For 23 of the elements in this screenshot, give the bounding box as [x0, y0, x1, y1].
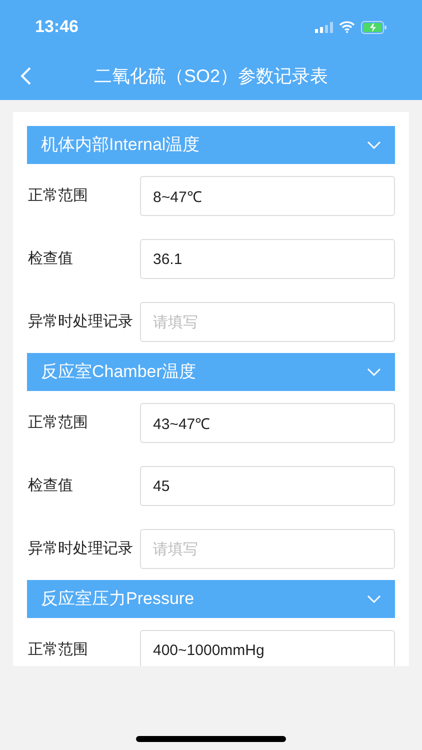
input-field[interactable]: 8~47℃: [140, 176, 395, 216]
input-field[interactable]: 400~1000mmHg: [140, 630, 395, 666]
field-label: 正常范围: [27, 186, 89, 206]
input-field[interactable]: 请填写: [140, 302, 395, 342]
chevron-icon: [367, 595, 381, 603]
input-field[interactable]: 43~47℃: [140, 403, 395, 443]
field-label: 检查值: [27, 476, 74, 496]
status-time: 13:46: [35, 16, 78, 38]
page-title: 二氧化硫（SO2）参数记录表: [94, 64, 328, 88]
field-label: 异常时处理记录: [27, 312, 134, 332]
input-field[interactable]: 36.1: [140, 239, 395, 279]
battery-icon: [361, 20, 387, 34]
chevron-icon: [367, 141, 381, 149]
field-label: 正常范围: [27, 640, 89, 660]
input-field[interactable]: 45: [140, 466, 395, 506]
wifi-icon: [339, 21, 355, 33]
input-field[interactable]: 请填写: [140, 529, 395, 569]
field-label: 正常范围: [27, 412, 89, 433]
back-icon: [20, 67, 31, 85]
field-label: 检查值: [27, 248, 74, 269]
chevron-icon: [367, 368, 381, 376]
signal-icon: [315, 22, 333, 32]
field-label: 异常时处理记录: [27, 538, 134, 559]
